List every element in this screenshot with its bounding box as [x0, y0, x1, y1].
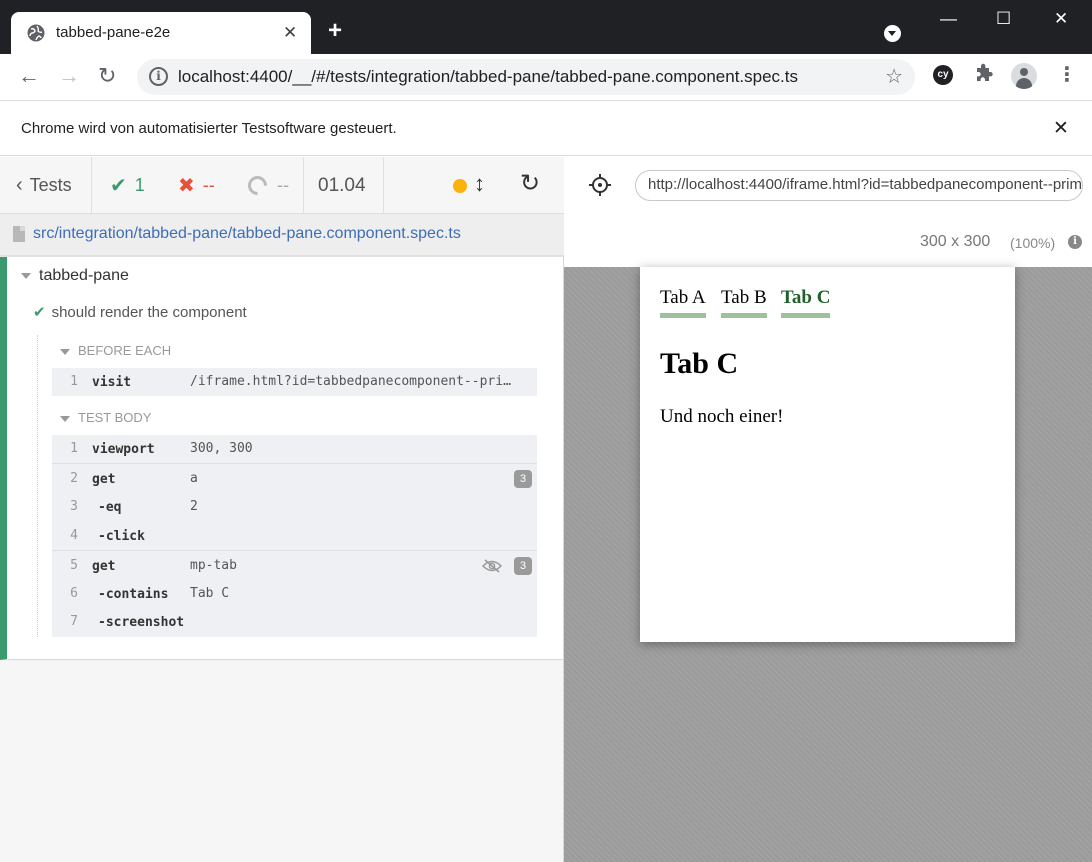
- tests-back-label: Tests: [29, 175, 72, 195]
- test-body-commands: 1 viewport 300, 300 2 get a 3 3 -eq 2 4 …: [52, 435, 537, 637]
- command-row[interactable]: 4 -click: [52, 522, 537, 550]
- browser-toolbar: ← → ↻ i localhost:4400/__/#/tests/integr…: [0, 54, 1092, 100]
- pane-title: Tab C: [660, 347, 739, 380]
- browser-titlebar: tabbed-pane-e2e ✕ + — ☐ ✕: [0, 0, 1092, 54]
- crosshair-icon[interactable]: [589, 174, 611, 196]
- element-count-badge: 3: [514, 470, 532, 488]
- globe-icon: [27, 24, 45, 42]
- reload-icon[interactable]: ↻: [98, 64, 116, 88]
- eye-off-icon: [482, 559, 502, 573]
- site-info-icon[interactable]: i: [149, 67, 168, 86]
- viewport-scale: (100%): [1010, 235, 1056, 251]
- command-row[interactable]: 3 -eq 2: [52, 493, 537, 521]
- suite-title[interactable]: tabbed-pane: [21, 267, 129, 285]
- tab-close-icon[interactable]: ✕: [283, 23, 297, 43]
- maximize-icon[interactable]: ☐: [996, 9, 1011, 29]
- minimize-icon[interactable]: —: [940, 9, 957, 29]
- puzzle-icon[interactable]: [973, 63, 995, 85]
- file-icon: [13, 226, 25, 242]
- header-divider: [383, 157, 384, 214]
- header-divider: [91, 157, 92, 214]
- test-title[interactable]: ✔ should render the component: [33, 303, 247, 321]
- aut-header: http://localhost:4400/iframe.html?id=tab…: [564, 157, 1092, 267]
- command-row[interactable]: 1 visit /iframe.html?id=tabbedpanecompon…: [52, 368, 537, 396]
- hook-guide-line: [37, 335, 38, 637]
- cypress-extension-icon[interactable]: cy: [933, 65, 953, 85]
- new-tab-button[interactable]: +: [328, 19, 342, 43]
- bookmark-star-icon[interactable]: ☆: [885, 64, 903, 89]
- runnables-list: tabbed-pane ✔ should render the component…: [0, 257, 563, 660]
- test-body-title[interactable]: TEST BODY: [60, 410, 151, 425]
- auto-scroll-icon[interactable]: ↕: [474, 172, 485, 196]
- aut-url-field[interactable]: http://localhost:4400/iframe.html?id=tab…: [635, 170, 1083, 201]
- spec-file-bar: src/integration/tabbed-pane/tabbed-pane.…: [0, 214, 564, 256]
- failed-count: --: [202, 175, 215, 195]
- before-each-hook-title[interactable]: BEFORE EACH: [60, 343, 171, 358]
- pending-stat: --: [244, 157, 289, 214]
- tab-b[interactable]: Tab B: [721, 287, 767, 318]
- forward-arrow-icon[interactable]: →: [58, 64, 80, 88]
- tab-c[interactable]: Tab C: [781, 287, 831, 318]
- caret-down-icon: [21, 272, 31, 279]
- infobar-message: Chrome wird von automatisierter Testsoft…: [21, 120, 397, 137]
- running-status-dot: [453, 179, 467, 193]
- check-icon: ✔: [110, 175, 127, 197]
- before-each-commands: 1 visit /iframe.html?id=tabbedpanecompon…: [52, 368, 537, 396]
- cypress-reporter: ‹ Tests ✔ 1 ✖ -- -- 01.04 ↕ ↻ src/integr…: [0, 157, 564, 862]
- x-icon: ✖: [178, 175, 195, 197]
- pending-count: --: [277, 175, 289, 195]
- aut-stage: Tab A Tab B Tab C Tab C Und noch einer!: [564, 267, 1092, 862]
- pane-text: Und noch einer!: [660, 406, 784, 427]
- header-divider: [303, 157, 304, 214]
- failed-stat: ✖ --: [178, 157, 215, 214]
- address-bar[interactable]: i localhost:4400/__/#/tests/integration/…: [137, 59, 915, 95]
- command-row[interactable]: 5 get mp-tab 3: [52, 552, 537, 580]
- pending-circle-icon: [244, 172, 271, 199]
- address-url[interactable]: localhost:4400/__/#/tests/integration/ta…: [178, 67, 798, 87]
- avatar-icon[interactable]: [1011, 63, 1037, 89]
- viewport-size: 300 x 300: [920, 233, 991, 250]
- test-label: should render the component: [51, 304, 247, 321]
- check-icon: ✔: [33, 304, 46, 321]
- command-row[interactable]: 7 -screenshot: [52, 608, 537, 636]
- tests-back-button[interactable]: ‹ Tests: [16, 157, 72, 214]
- chevron-left-icon: ‹: [16, 174, 23, 196]
- reporter-header: ‹ Tests ✔ 1 ✖ -- -- 01.04 ↕ ↻: [0, 157, 564, 214]
- spec-file-link[interactable]: src/integration/tabbed-pane/tabbed-pane.…: [33, 225, 461, 243]
- rerun-icon[interactable]: ↻: [520, 172, 540, 196]
- command-row[interactable]: 6 -contains Tab C: [52, 580, 537, 608]
- infobar-close-icon[interactable]: ✕: [1053, 117, 1069, 140]
- tab-a[interactable]: Tab A: [660, 287, 706, 318]
- command-row[interactable]: 1 viewport 300, 300: [52, 435, 537, 463]
- command-row[interactable]: 2 get a 3: [52, 465, 537, 493]
- back-arrow-icon[interactable]: ←: [18, 64, 40, 88]
- aut-iframe: Tab A Tab B Tab C Tab C Und noch einer!: [640, 267, 1015, 642]
- menu-icon[interactable]: ⋮: [1057, 64, 1077, 86]
- passed-stat: ✔ 1: [110, 157, 145, 214]
- tab-search-icon[interactable]: [884, 25, 901, 42]
- browser-tab[interactable]: tabbed-pane-e2e ✕: [11, 12, 311, 54]
- tab-title: tabbed-pane-e2e: [56, 24, 171, 41]
- duration-stat: 01.04: [318, 157, 366, 214]
- passed-count: 1: [134, 175, 145, 195]
- element-count-badge: 3: [514, 557, 532, 575]
- info-icon[interactable]: i: [1068, 235, 1082, 249]
- command-divider: [52, 550, 537, 551]
- window-close-icon[interactable]: ✕: [1054, 9, 1068, 29]
- duration-value: 01.04: [318, 174, 366, 196]
- automation-infobar: Chrome wird von automatisierter Testsoft…: [0, 100, 1092, 156]
- suite-label: tabbed-pane: [39, 267, 129, 284]
- caret-down-icon: [60, 348, 70, 355]
- caret-down-icon: [60, 415, 70, 422]
- command-divider: [52, 463, 537, 464]
